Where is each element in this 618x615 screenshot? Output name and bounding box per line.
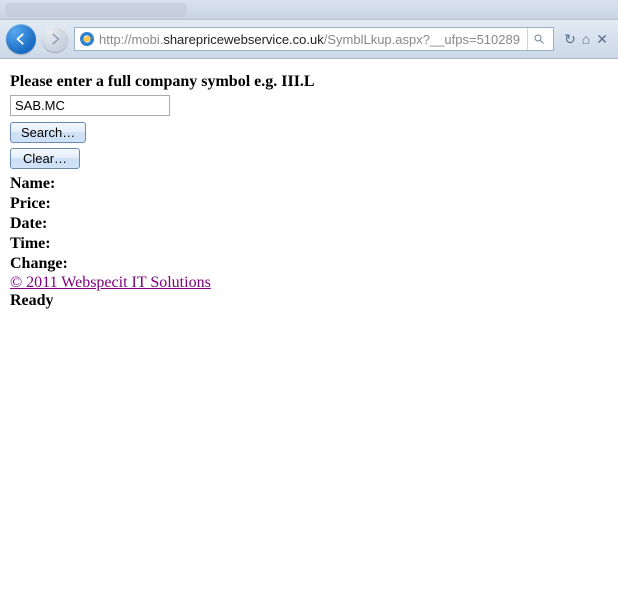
clear-button[interactable]: Clear…	[10, 148, 80, 169]
arrow-right-icon	[48, 32, 62, 46]
date-label: Date:	[10, 214, 608, 234]
footer-link: © 2011 Webspecit IT Solutions	[10, 274, 608, 292]
forward-button[interactable]	[42, 26, 68, 52]
tab-strip	[0, 0, 618, 20]
symbol-input[interactable]	[10, 95, 170, 116]
home-icon[interactable]: ⌂	[582, 31, 590, 47]
arrow-left-icon	[14, 32, 28, 46]
tab-title-blurred	[6, 3, 186, 17]
page-content: Please enter a full company symbol e.g. …	[0, 59, 618, 324]
copyright-link[interactable]: © 2011 Webspecit IT Solutions	[10, 274, 211, 291]
change-label: Change:	[10, 254, 608, 274]
time-label: Time:	[10, 234, 608, 254]
name-label: Name:	[10, 174, 608, 194]
address-bar[interactable]: http://mobi.sharepricewebservice.co.uk/S…	[74, 27, 554, 51]
price-label: Price:	[10, 194, 608, 214]
back-button[interactable]	[6, 24, 36, 54]
prompt-label: Please enter a full company symbol e.g. …	[10, 73, 608, 91]
refresh-icon[interactable]: ↻	[564, 31, 576, 48]
search-button[interactable]: Search…	[10, 122, 86, 143]
search-icon[interactable]	[527, 28, 549, 50]
url-text: http://mobi.sharepricewebservice.co.uk/S…	[99, 32, 527, 47]
nav-toolbar: http://mobi.sharepricewebservice.co.uk/S…	[0, 20, 618, 58]
stop-icon[interactable]: ✕	[596, 31, 608, 48]
chrome-right-controls: ↻ ⌂ ✕	[560, 31, 612, 48]
status-text: Ready	[10, 292, 608, 310]
browser-chrome: http://mobi.sharepricewebservice.co.uk/S…	[0, 0, 618, 59]
ie-icon	[79, 31, 95, 47]
